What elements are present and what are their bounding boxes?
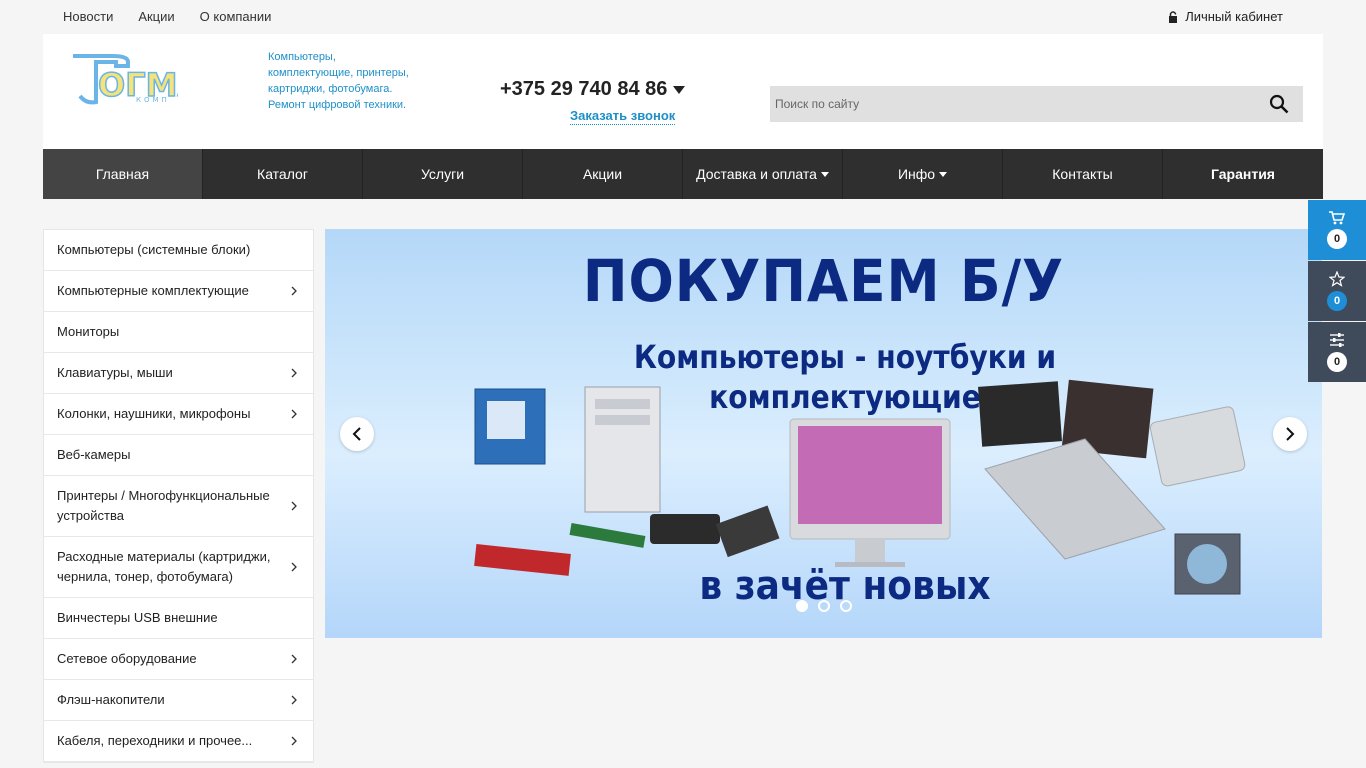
sidebar-category[interactable]: Веб-камеры (44, 435, 313, 476)
account-link[interactable]: Личный кабинет (1168, 9, 1283, 24)
search-bar (770, 86, 1303, 122)
category-sidebar: Компьютеры (системные блоки) Компьютерные… (43, 229, 314, 763)
chevron-right-icon (291, 695, 297, 705)
slider-dot-2[interactable] (818, 600, 830, 612)
phone-number: +375 29 740 84 86 (500, 78, 668, 100)
sidebar-category[interactable]: Мониторы (44, 312, 313, 353)
nav-item-home[interactable]: Главная (43, 149, 203, 199)
main-nav: Главная Каталог Услуги Акции Доставка и … (43, 149, 1323, 199)
sidebar-category-label: Компьютерные комплектующие (57, 283, 249, 298)
compare-button[interactable]: 0 (1308, 322, 1366, 382)
search-icon[interactable] (1269, 94, 1289, 114)
account-label: Личный кабинет (1185, 9, 1283, 24)
banner-subtitle-line: Компьютеры - ноутбуки и (633, 338, 1057, 376)
chevron-right-icon (291, 368, 297, 378)
sidebar-category-label: Веб-камеры (57, 447, 131, 462)
search-input[interactable] (770, 86, 1240, 122)
nav-item-warranty[interactable]: Гарантия (1163, 149, 1323, 199)
slogan-line: комплектующие, принтеры, (268, 67, 409, 79)
slogan-line: Компьютеры, (268, 51, 336, 63)
nav-item-contacts[interactable]: Контакты (1003, 149, 1163, 199)
nav-item-catalog[interactable]: Каталог (203, 149, 363, 199)
sidebar-category-label: Клавиатуры, мыши (57, 365, 173, 380)
top-links: Новости Акции О компании (63, 9, 271, 24)
floating-action-bar: 0 0 0 (1308, 200, 1366, 383)
sidebar-category[interactable]: Сетевое оборудование (44, 639, 313, 680)
slider-dots (796, 600, 852, 612)
chevron-right-icon (291, 562, 297, 572)
cart-icon (1329, 211, 1345, 225)
nav-label: Контакты (1052, 166, 1113, 182)
slider-dot-3[interactable] (840, 600, 852, 612)
nav-label: Гарантия (1211, 166, 1275, 182)
banner-headline: ПОКУПАЕМ Б/У (582, 247, 1065, 315)
sidebar-category[interactable]: Компьютеры (системные блоки) (44, 230, 313, 271)
sidebar-category[interactable]: Расходные материалы (картриджи, чернила,… (44, 537, 313, 598)
header: ОГМА КОМП Компьютеры, комплектующие, при… (43, 34, 1323, 149)
nav-item-info[interactable]: Инфо (843, 149, 1003, 199)
chevron-right-icon (291, 409, 297, 419)
nav-item-services[interactable]: Услуги (363, 149, 523, 199)
favorites-count-badge: 0 (1327, 291, 1347, 311)
sidebar-category-label: Флэш-накопители (57, 692, 165, 707)
nav-label: Акции (582, 166, 623, 182)
sidebar-category-label: Сетевое оборудование (57, 651, 197, 666)
chevron-right-icon (291, 736, 297, 746)
sidebar-category-label: Колонки, наушники, микрофоны (57, 406, 251, 421)
top-link-about[interactable]: О компании (200, 9, 272, 24)
slider-dot-1[interactable] (796, 600, 808, 612)
sidebar-category-label: Компьютеры (системные блоки) (57, 242, 251, 257)
chevron-right-icon (1286, 427, 1295, 441)
nav-label: Услуги (420, 166, 465, 182)
slider-prev-button[interactable] (340, 417, 374, 451)
callback-link[interactable]: Заказать звонок (570, 108, 676, 125)
sidebar-category[interactable]: Винчестеры USB внешние (44, 598, 313, 639)
slogan: Компьютеры, комплектующие, принтеры, кар… (268, 49, 443, 113)
sidebar-category[interactable]: Кабеля, переходники и прочее... (44, 721, 313, 762)
sidebar-category[interactable]: Компьютерные комплектующие (44, 271, 313, 312)
svg-text:КОМП: КОМП (136, 96, 170, 104)
sidebar-category-label: Мониторы (57, 324, 120, 339)
compare-count-badge: 0 (1327, 352, 1347, 372)
logo[interactable]: ОГМА КОМП (68, 52, 178, 107)
sidebar-category-label: Кабеля, переходники и прочее... (57, 733, 253, 748)
cart-count-badge: 0 (1327, 229, 1347, 249)
banner-slider: ПОКУПАЕМ Б/У Компьютеры - ноутбуки и ком… (325, 229, 1322, 638)
nav-label: Главная (95, 166, 150, 182)
sidebar-category[interactable]: Клавиатуры, мыши (44, 353, 313, 394)
caret-down-icon (939, 171, 948, 177)
caret-down-icon (820, 171, 829, 177)
favorites-button[interactable]: 0 (1308, 261, 1366, 321)
sliders-icon (1330, 333, 1344, 347)
lock-icon (1169, 10, 1178, 23)
slogan-line: Ремонт цифровой техники. (268, 99, 407, 111)
chevron-right-icon (291, 501, 297, 511)
top-bar: Новости Акции О компании Личный кабинет (43, 0, 1323, 34)
sidebar-category-label: Расходные материалы (картриджи, чернила,… (57, 549, 271, 584)
nav-label: Каталог (257, 166, 308, 182)
cart-button[interactable]: 0 (1308, 200, 1366, 260)
phone-dropdown[interactable]: +375 29 740 84 86 (500, 78, 686, 101)
chevron-left-icon (352, 427, 361, 441)
slider-next-button[interactable] (1273, 417, 1307, 451)
sidebar-category-label: Принтеры / Многофункциональные устройств… (57, 488, 270, 523)
sidebar-category[interactable]: Колонки, наушники, микрофоны (44, 394, 313, 435)
chevron-right-icon (291, 654, 297, 664)
sidebar-category-label: Винчестеры USB внешние (57, 610, 218, 625)
caret-down-icon (673, 85, 686, 94)
slogan-line: картриджи, фотобумага. (268, 83, 393, 95)
nav-label: Доставка и оплата (696, 166, 817, 182)
nav-label: Инфо (897, 166, 936, 182)
chevron-right-icon (291, 286, 297, 296)
nav-item-delivery[interactable]: Доставка и оплата (683, 149, 843, 199)
star-icon (1329, 271, 1345, 287)
nav-item-promos[interactable]: Акции (523, 149, 683, 199)
top-link-news[interactable]: Новости (63, 9, 113, 24)
sidebar-category[interactable]: Флэш-накопители (44, 680, 313, 721)
top-link-promos[interactable]: Акции (138, 9, 174, 24)
sidebar-category[interactable]: Принтеры / Многофункциональные устройств… (44, 476, 313, 537)
